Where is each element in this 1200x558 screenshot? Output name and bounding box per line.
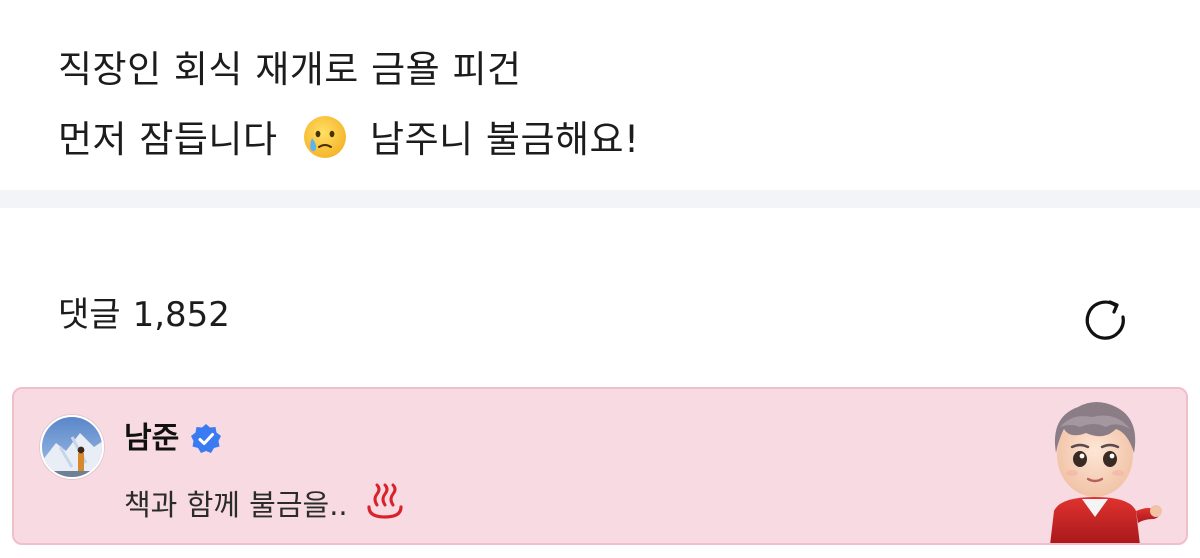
comments-title: 댓글 1,852 (58, 293, 242, 337)
refresh-button[interactable] (1076, 292, 1136, 348)
post-text-line-2-end: 남주니 불금해요! (370, 118, 640, 161)
comments-count: 1,852 (132, 295, 230, 335)
post-text-line-2: 먼저 잠듭니다 남주니 불금해요! (58, 114, 639, 162)
post-text-line-1: 직장인 회식 재개로 금욜 피건 (58, 48, 522, 91)
avatar[interactable] (40, 415, 104, 479)
hot-springs-icon (365, 483, 405, 521)
verified-badge-icon (189, 422, 223, 456)
character-sticker-icon (1020, 393, 1170, 543)
comment-text: 책과 함께 불금을.. (124, 483, 405, 525)
post-body: 직장인 회식 재개로 금욜 피건 먼저 잠듭니다 남주니 불금해요! (0, 0, 1200, 190)
face-holding-back-tears-icon (302, 114, 348, 160)
comment-body: 책과 함께 불금을.. (124, 488, 348, 522)
section-divider (0, 190, 1200, 208)
comments-label: 댓글 (58, 295, 121, 335)
refresh-icon (1085, 300, 1125, 340)
post-text-line-2-start: 먼저 잠듭니다 (58, 118, 278, 161)
comment-author-row: 남준 (124, 419, 223, 459)
comment-author-name[interactable]: 남준 (124, 419, 179, 459)
pinned-comment-card[interactable]: 남준 책과 함께 불금을.. (12, 387, 1188, 545)
